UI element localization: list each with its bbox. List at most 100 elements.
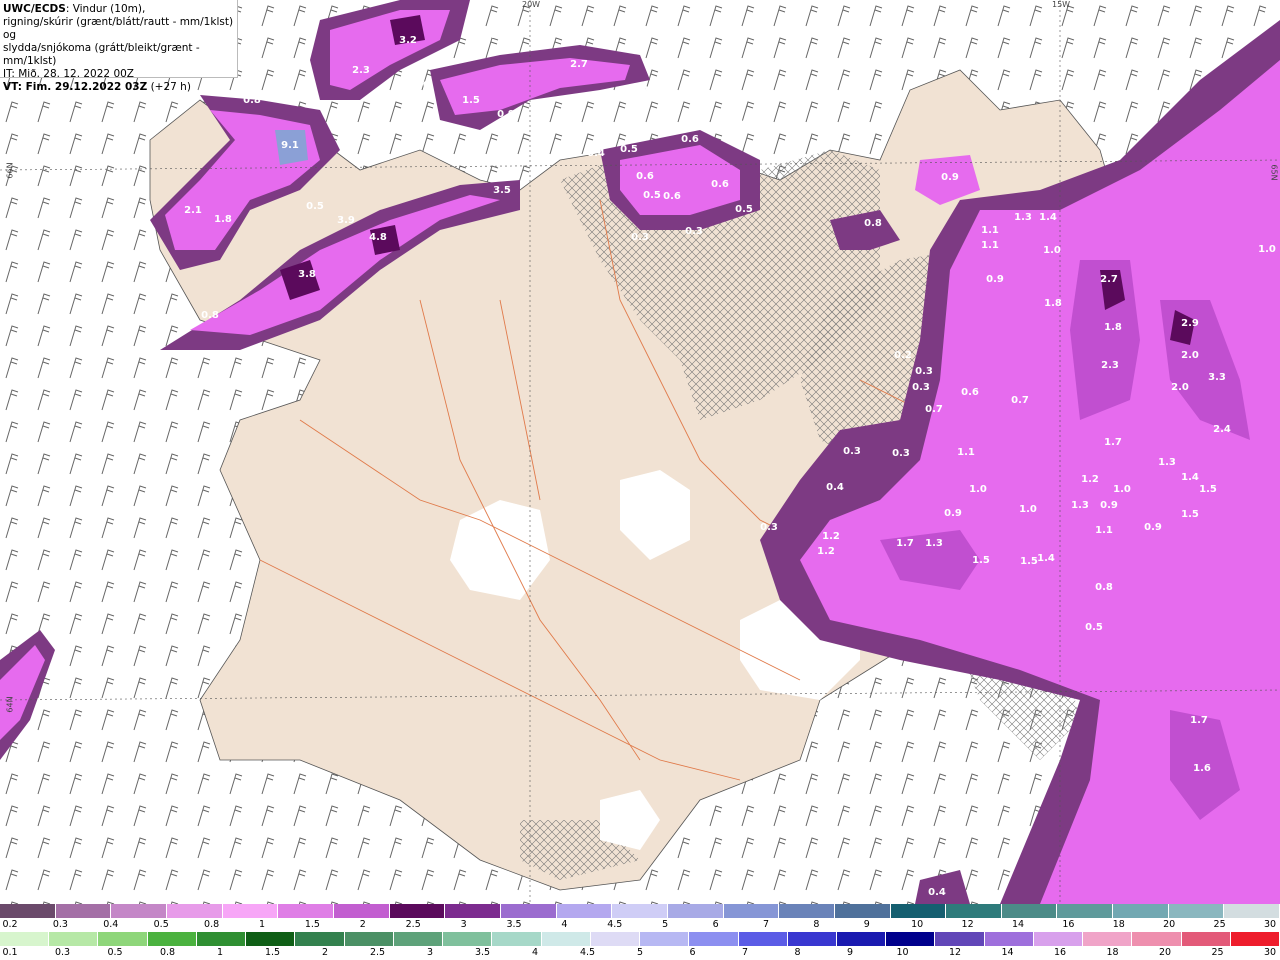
precip-value: 1.5 (1199, 484, 1217, 495)
precip-value: 2.9 (1181, 318, 1199, 329)
precip-value: 2.7 (570, 59, 588, 70)
legend-swatch (723, 904, 780, 918)
legend-label: 2.5 (405, 919, 421, 930)
legend-swatch (1033, 932, 1084, 946)
legend-swatch (492, 932, 542, 946)
precip-value: 1.2 (817, 546, 835, 557)
legend-swatch (1132, 932, 1182, 946)
legend-label: 0.8 (159, 947, 176, 958)
legend-swatch (1168, 904, 1225, 918)
precip-value: 0.9 (497, 109, 515, 120)
legend-label: 12 (948, 947, 962, 958)
precip-value: 0.5 (1085, 622, 1103, 633)
precip-value: 1.8 (214, 214, 232, 225)
legend-label: 30 (1263, 947, 1277, 958)
weather-map: 3.2 0.5 2.3 1.0 1.5 0.9 2.7 0.2 9.1 0.8 0.3 0.3 0.4 0… (0, 0, 1280, 904)
legend-label: 0.5 (107, 947, 123, 958)
legend-rain-labels: 0.1 0.3 0.5 0.8 1 1.5 2 2.5 3 3.5 4 4.5 5 6 7 8 9 10 12 14 1… (0, 947, 1280, 959)
legend-label: 10 (911, 919, 924, 930)
legend-swatch (246, 932, 296, 946)
legend-swatch (689, 932, 739, 946)
precip-value: 3.8 (298, 269, 316, 280)
precip-value: 1.5 (1020, 556, 1038, 567)
map-header: UWC/ECDS: Vindur (10m), rigning/skúrir (… (0, 0, 238, 93)
legend-swatch (1181, 932, 1231, 946)
precip-value: 0.2 (82, 494, 100, 505)
precip-value: 2.3 (1101, 360, 1119, 371)
legend-label: 4 (531, 947, 539, 958)
coord-15w: 15W (1052, 0, 1071, 9)
legend-label: 12 (961, 919, 974, 930)
legend-label: 14 (1001, 947, 1014, 958)
legend-label: 18 (1112, 919, 1125, 930)
legend-swatch (500, 904, 557, 918)
precip-value: 1.6 (1193, 763, 1211, 774)
legend-swatch (196, 932, 247, 946)
legend-swatch (389, 904, 446, 918)
precip-value: 2.0 (1171, 382, 1189, 393)
legend-label: 0.3 (54, 947, 71, 958)
legend-swatch (738, 932, 788, 946)
precip-value: 1.2 (1081, 474, 1099, 485)
legend-swatch (556, 904, 613, 918)
precip-value: 0.9 (1144, 522, 1162, 533)
coord-64n: 64N (5, 696, 15, 713)
precip-value: 1.0 (1113, 484, 1131, 495)
precip-value: 1.0 (1258, 244, 1276, 255)
legend-swatch (886, 932, 936, 946)
precip-value: 0.4 (826, 482, 844, 493)
precip-value: 0.6 (681, 134, 699, 145)
precip-value: 0.7 (925, 404, 943, 415)
legend-swatch (779, 904, 835, 918)
legend-label: 0.5 (153, 919, 169, 930)
precip-value: 2.4 (1213, 424, 1231, 435)
precip-value: 0.9 (944, 508, 962, 519)
precip-value: 3.2 (399, 35, 417, 46)
coord-65n: 65N (1269, 164, 1279, 181)
legend-label: 8 (813, 919, 820, 930)
precip-value: 1.5 (1181, 509, 1199, 520)
legend-swatch (1001, 904, 1058, 918)
precip-value: 2.0 (1181, 350, 1199, 361)
map-canvas: 3.2 0.5 2.3 1.0 1.5 0.9 2.7 0.2 9.1 0.8 0.3 0.3 0.4 0… (0, 0, 1280, 904)
legend-label: 20 (1158, 947, 1172, 958)
legend-swatch (890, 904, 947, 918)
precip-value: 1.0 (1019, 504, 1037, 515)
legend-swatch (590, 932, 641, 946)
legend-label: 0.2 (2, 919, 18, 930)
precip-value: 2.3 (352, 65, 370, 76)
legend-swatch (1230, 932, 1280, 946)
legend-swatch (612, 904, 668, 918)
legend-swatch (295, 932, 345, 946)
legend-swatch (0, 904, 56, 918)
legend-snow-colorbar (0, 904, 1280, 918)
legend-swatch (640, 932, 690, 946)
legend-swatch (393, 932, 444, 946)
precip-value: 0.3 (912, 382, 930, 393)
precip-value: 1.1 (981, 240, 999, 251)
precip-value: 1.1 (957, 447, 975, 458)
precip-value: 1.3 (925, 538, 943, 549)
legend-label: 3.5 (506, 919, 522, 930)
precip-value: 1.5 (972, 555, 990, 566)
legend-label: 18 (1106, 947, 1119, 958)
precip-value: 0.3 (843, 446, 861, 457)
legend-swatch (333, 904, 390, 918)
precip-value: 0.5 (620, 144, 638, 155)
legend-swatch (278, 904, 334, 918)
header-line4: IT: Mið. 28. 12. 2022 00Z (3, 68, 134, 80)
legend-label: 0.1 (2, 947, 18, 958)
legend-swatch (98, 932, 148, 946)
legend-label: 20 (1163, 919, 1176, 930)
precip-value: 0.5 (643, 190, 661, 201)
legend-label: 25 (1211, 947, 1224, 958)
precip-value: 0.6 (711, 179, 729, 190)
legend-label: 7 (741, 947, 749, 958)
precip-value: 0.8 (1095, 582, 1113, 593)
precip-value: 0.9 (941, 172, 959, 183)
precip-value: 0.5 (484, 30, 502, 41)
precip-value: 4.8 (369, 232, 387, 243)
legend-swatch (1057, 904, 1114, 918)
legend-swatch (836, 932, 887, 946)
precip-value: 1.7 (1104, 437, 1122, 448)
